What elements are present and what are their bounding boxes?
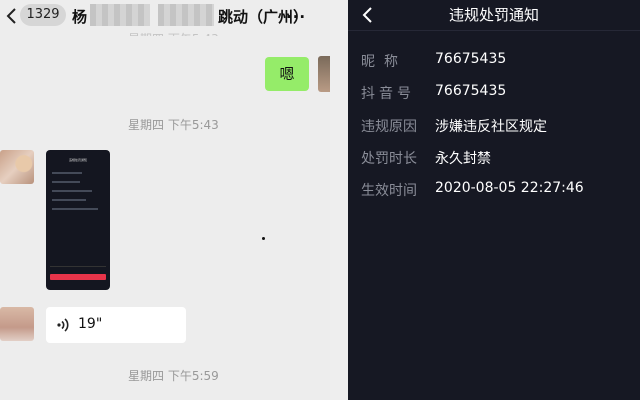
thumbnail-divider — [50, 266, 106, 267]
thumbnail-line — [52, 172, 82, 174]
voice-wave-icon — [57, 318, 69, 332]
page-title: 违规处罚通知 — [448, 6, 539, 24]
censor-mosaic — [158, 4, 214, 26]
thumbnail-line — [52, 208, 98, 210]
violation-notice-panel: 违规处罚通知 昵称 76675435 抖音号 76675435 违规原因 涉嫌违… — [348, 0, 640, 400]
unread-count-badge[interactable]: 1329 — [20, 4, 66, 26]
message-timestamp: 星期四 下午5:43 — [128, 118, 219, 132]
my-message-bubble[interactable]: 嗯 — [265, 57, 309, 91]
previous-timestamp-cut: 星期四 下午5:43 — [128, 30, 219, 36]
thumbnail-line — [52, 181, 80, 183]
voice-duration: 19" — [78, 316, 103, 332]
chat-header: 1329 杨 跳动（广州） ... — [0, 0, 330, 32]
contact-avatar[interactable] — [0, 150, 34, 184]
screenshot-image-message[interactable]: 违规处罚通知 — [46, 150, 110, 290]
thumbnail-line — [52, 190, 92, 192]
my-avatar[interactable] — [318, 56, 330, 92]
chevron-left-icon[interactable] — [4, 6, 18, 26]
nickname-label: 昵称 — [361, 54, 407, 70]
penalty-duration-label: 处罚时长 — [361, 151, 417, 167]
penalty-duration-value: 永久封禁 — [435, 151, 491, 167]
thumbnail-title: 违规处罚通知 — [68, 158, 87, 162]
effective-time-value: 2020-08-05 22:27:46 — [435, 180, 584, 196]
thumbnail-red-button — [50, 274, 106, 280]
violation-reason-label: 违规原因 — [361, 119, 417, 135]
nickname-value: 76675435 — [435, 51, 507, 67]
douyin-id-label: 抖音号 — [361, 86, 415, 102]
contact-avatar[interactable] — [0, 307, 34, 341]
chat-title-ellipsis: ... — [286, 4, 307, 22]
message-timestamp: 星期四 下午5:59 — [128, 369, 219, 383]
chat-title-start: 杨 — [72, 8, 88, 26]
stray-dot — [262, 237, 265, 240]
violation-reason-value: 涉嫌违反社区规定 — [435, 119, 547, 135]
panel-divider — [330, 0, 348, 400]
censor-mosaic — [90, 4, 150, 26]
effective-time-label: 生效时间 — [361, 183, 417, 199]
chat-panel: 1329 杨 跳动（广州） ... 星期四 下午5:43 嗯 星期四 下午5:4… — [0, 0, 330, 400]
header-divider — [348, 30, 640, 31]
thumbnail-line — [52, 199, 86, 201]
douyin-id-value: 76675435 — [435, 83, 507, 99]
voice-message-bubble[interactable]: 19" — [46, 307, 186, 343]
